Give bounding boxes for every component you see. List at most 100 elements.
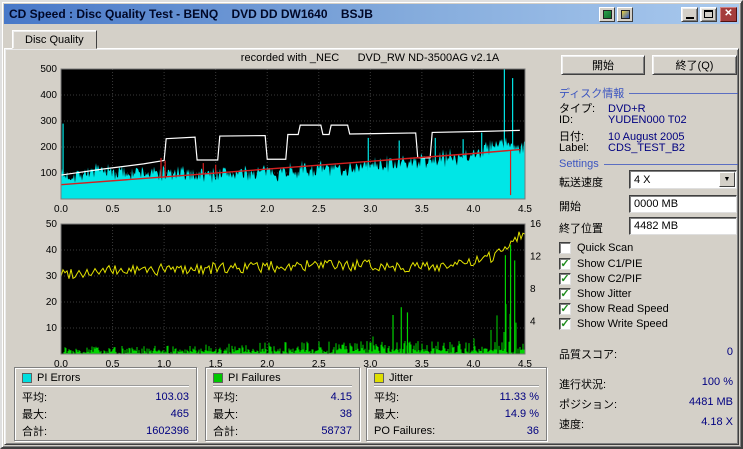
checkbox-box: ✓: [559, 272, 571, 285]
pi-failures-jitter-chart: 0.0 0.5 1.0 1.5 2.0 2.5 3.0 3.5 4.0 4.51020304050…: [46, 219, 542, 370]
checkbox-show-c1-pie[interactable]: ✓ Show C1/PIE: [559, 257, 735, 270]
maximize-button[interactable]: [700, 6, 717, 22]
progress-label: 進行状況:: [559, 379, 607, 391]
svg-text:4.5: 4.5: [518, 204, 532, 215]
start-position-label: 開始: [559, 201, 581, 213]
svg-text:4.0: 4.0: [466, 204, 480, 215]
svg-text:30: 30: [46, 271, 58, 282]
progress-row: 進行状況: 100 %: [559, 376, 733, 392]
transfer-speed-value: 4 X: [634, 173, 651, 186]
svg-text:8: 8: [530, 284, 536, 295]
exit-button[interactable]: 終了(Q): [652, 55, 737, 75]
start-position-input[interactable]: [629, 195, 737, 213]
end-position-input[interactable]: [629, 217, 737, 235]
checkbox-quick-scan[interactable]: Quick Scan: [559, 241, 735, 254]
quality-score-label: 品質スコア:: [559, 349, 618, 361]
jitter-swatch: [374, 373, 384, 383]
titlebar-chart-icon[interactable]: [599, 6, 615, 22]
svg-text:12: 12: [530, 252, 542, 263]
stat-row: 合計: 1602396: [22, 422, 189, 439]
section-divider: [629, 92, 738, 94]
pi-failures-statbox: PI Failures 平均: 4.15 最大: 38 合計: 58737: [205, 367, 360, 441]
check-icon: ✓: [560, 272, 570, 285]
disc-id-row: ID: YUDEN000 T02: [559, 114, 735, 127]
titlebar[interactable]: CD Speed : Disc Quality Test - BENQ DVD …: [4, 4, 739, 24]
disc-label-value: CDS_TEST_B2: [608, 142, 686, 154]
chevron-down-icon[interactable]: ▼: [719, 172, 735, 187]
disc-info-title: ディスク情報: [559, 88, 625, 100]
stat-label: 平均:: [22, 391, 48, 404]
check-icon: ✓: [560, 257, 570, 270]
svg-text:1.5: 1.5: [209, 204, 223, 215]
disc-tool-icon: [620, 9, 630, 19]
svg-text:200: 200: [40, 142, 57, 153]
pi-failures-swatch: [213, 373, 223, 383]
stat-row: 最大: 38: [213, 405, 352, 422]
svg-text:0.0: 0.0: [54, 204, 68, 215]
checkbox-label: Quick Scan: [577, 241, 634, 254]
transfer-speed-select[interactable]: 4 X ▼: [629, 170, 737, 189]
maximize-icon: [704, 10, 713, 18]
transfer-speed-label: 転送速度: [559, 177, 603, 189]
check-icon: ✓: [560, 302, 570, 315]
window-title: CD Speed : Disc Quality Test - BENQ DVD …: [9, 7, 373, 21]
section-divider: [603, 163, 738, 165]
pi-errors-statbox: PI Errors 平均: 103.03 最大: 465 合計: 1602396: [14, 367, 197, 441]
position-label: ポジション:: [559, 399, 618, 411]
pi-errors-swatch: [22, 373, 32, 383]
checkbox-box: [559, 241, 571, 254]
statbox-title: Jitter: [389, 372, 413, 384]
svg-text:10: 10: [46, 323, 58, 334]
checkbox-label: Show Write Speed: [577, 317, 668, 330]
stat-row: 平均: 4.15: [213, 388, 352, 405]
settings-section-header: Settings: [559, 158, 738, 170]
svg-text:3.5: 3.5: [415, 204, 429, 215]
disc-label-label: Label:: [559, 142, 589, 154]
minimize-icon: [685, 16, 694, 19]
checkbox-label: Show Read Speed: [577, 302, 669, 315]
titlebar-disc-icon[interactable]: [617, 6, 633, 22]
tab-disc-quality[interactable]: Disc Quality: [12, 30, 97, 49]
statbox-header: PI Errors: [22, 371, 189, 386]
stat-label: 最大:: [374, 408, 400, 421]
close-button[interactable]: ✕: [720, 6, 737, 22]
svg-text:300: 300: [40, 116, 57, 127]
checkbox-box: ✓: [559, 302, 571, 315]
app-window: CD Speed : Disc Quality Test - BENQ DVD …: [0, 0, 743, 449]
stat-value: 465: [170, 407, 189, 420]
svg-text:400: 400: [40, 90, 57, 101]
checkbox-show-c2-pif[interactable]: ✓ Show C2/PIF: [559, 272, 735, 285]
stat-value: 14.9 %: [504, 407, 539, 420]
stat-value: 103.03: [155, 390, 189, 403]
minimize-button[interactable]: [681, 6, 698, 22]
tab-label: Disc Quality: [25, 33, 84, 46]
svg-text:1.0: 1.0: [157, 204, 171, 215]
checkbox-show-write-speed[interactable]: ✓ Show Write Speed: [559, 317, 735, 330]
progress-value: 100 %: [701, 376, 733, 388]
statbox-title: PI Errors: [37, 372, 81, 384]
disc-id-value: YUDEN000 T02: [608, 114, 687, 126]
speed-label: 速度:: [559, 419, 585, 431]
speed-row: 速度: 4.18 X: [559, 416, 733, 432]
checkbox-show-jitter[interactable]: ✓ Show Jitter: [559, 287, 735, 300]
check-icon: ✓: [560, 317, 570, 330]
statbox-title: PI Failures: [228, 372, 281, 384]
checkbox-show-read-speed[interactable]: ✓ Show Read Speed: [559, 302, 735, 315]
settings-title: Settings: [559, 158, 599, 170]
svg-text:4: 4: [530, 317, 536, 328]
dropdown-arrow: ▼: [723, 176, 731, 183]
start-button[interactable]: 開始: [561, 55, 645, 75]
stat-label: 平均:: [374, 391, 400, 404]
main-panel: recorded with _NEC DVD_RW ND-3500AG v2.1…: [4, 48, 739, 445]
svg-text:3.0: 3.0: [363, 204, 377, 215]
stat-label: 平均:: [213, 391, 239, 404]
stat-row: 平均: 11.33 %: [374, 388, 539, 405]
stat-row: 最大: 14.9 %: [374, 405, 539, 422]
stat-label: 合計:: [213, 425, 239, 438]
quality-score-value: 0: [726, 346, 733, 358]
svg-text:2.5: 2.5: [312, 204, 326, 215]
close-icon: ✕: [724, 8, 733, 19]
speed-value: 4.18 X: [701, 416, 733, 428]
checkbox-label: Show Jitter: [577, 287, 632, 300]
jitter-statbox: Jitter 平均: 11.33 % 最大: 14.9 % PO Failures:…: [366, 367, 547, 441]
